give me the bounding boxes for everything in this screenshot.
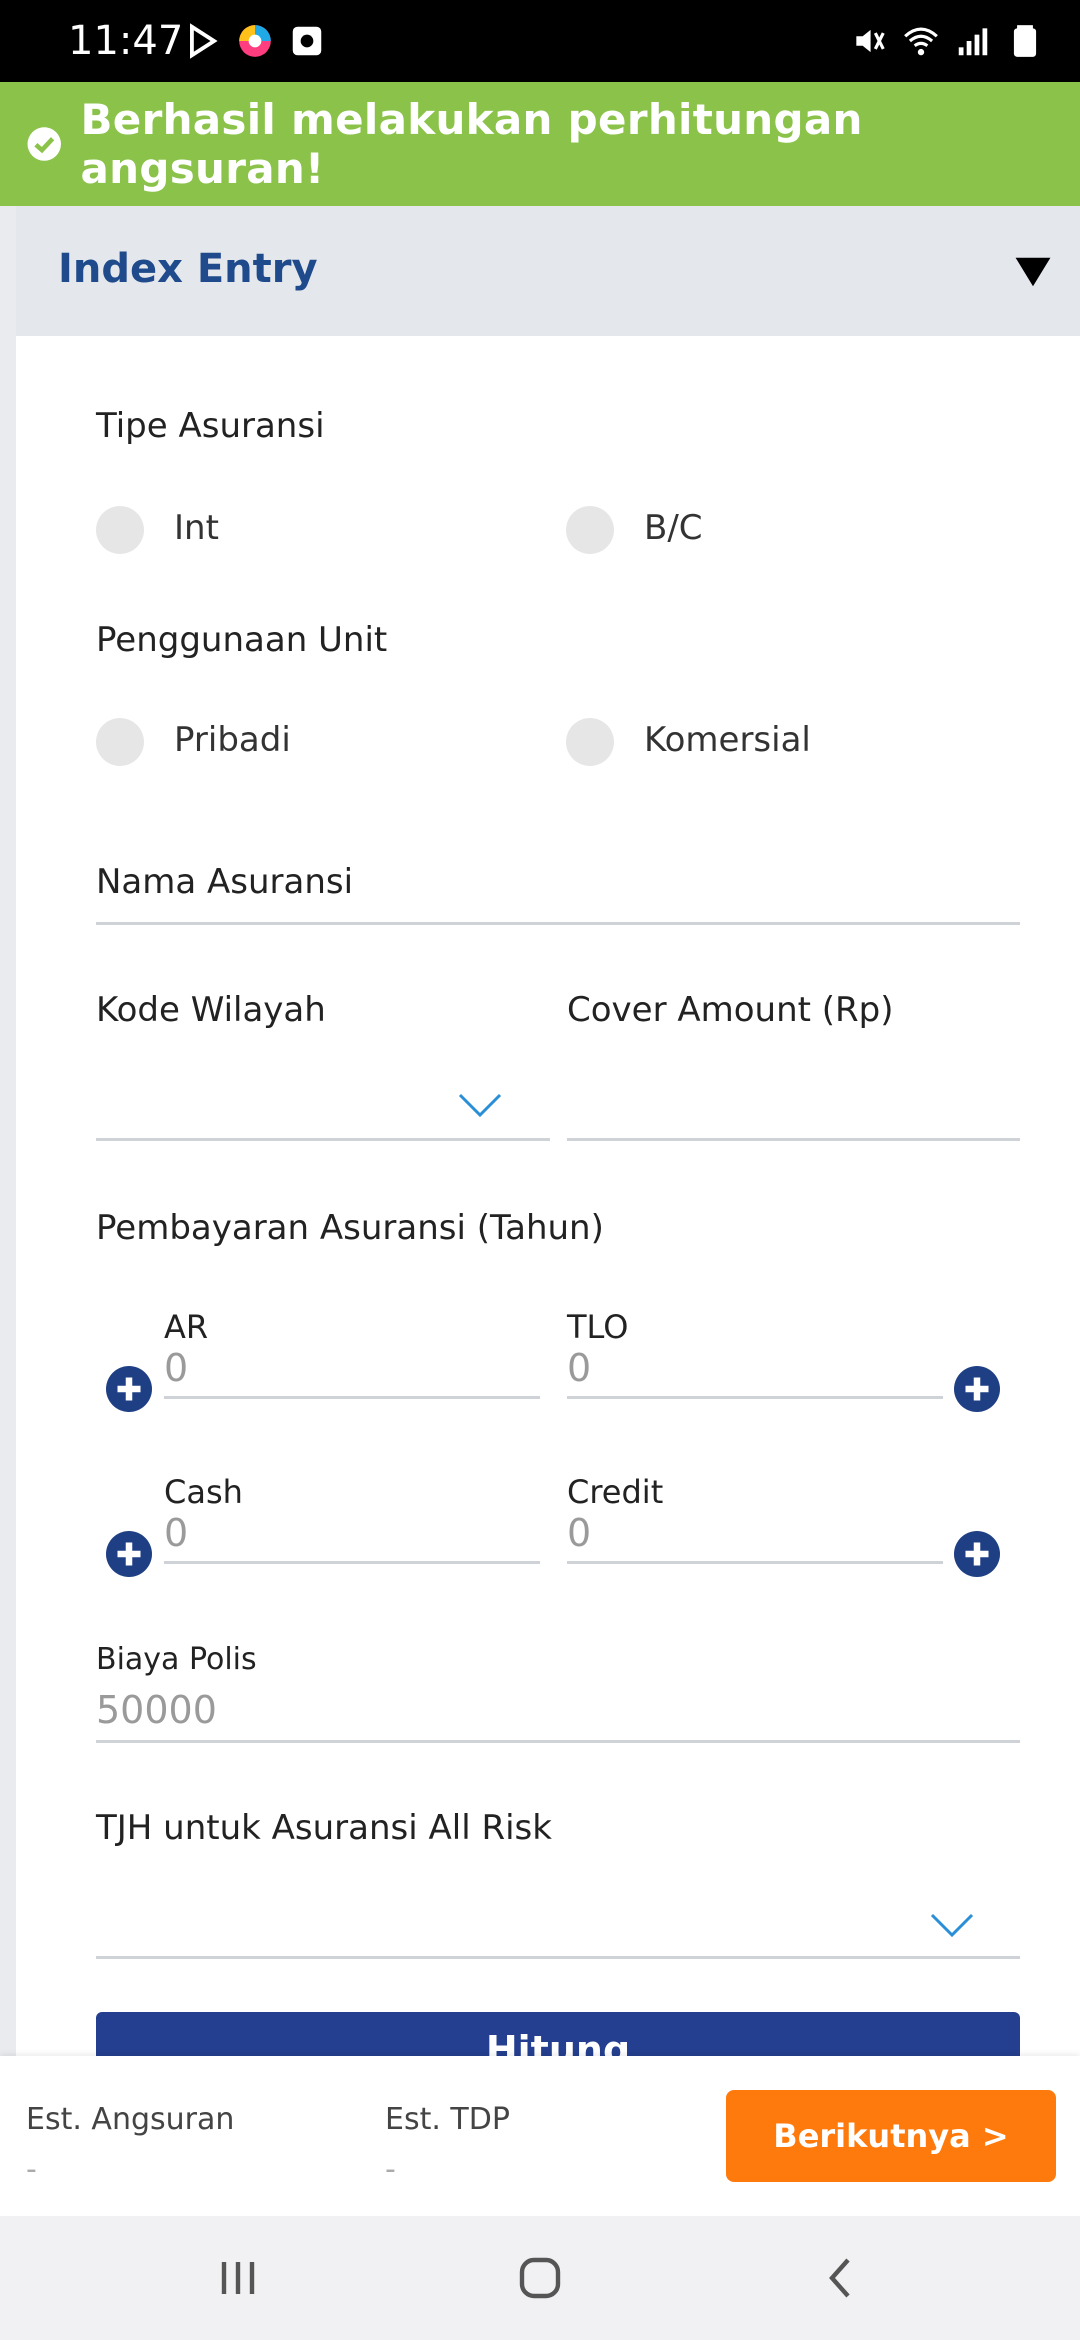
radio-pribadi-label: Pribadi bbox=[174, 720, 291, 760]
summary-bar: Est. Angsuran - Est. TDP - Berikutnya > bbox=[0, 2056, 1080, 2216]
recent-apps-icon[interactable] bbox=[214, 2254, 262, 2302]
cash-label: Cash bbox=[164, 1473, 243, 1511]
ar-label: AR bbox=[164, 1308, 209, 1346]
kode-wilayah-label: Kode Wilayah bbox=[96, 990, 326, 1030]
tlo-value[interactable]: 0 bbox=[567, 1346, 591, 1390]
screen-record-icon bbox=[292, 26, 322, 56]
biaya-polis-field[interactable] bbox=[96, 1740, 1020, 1743]
ar-value[interactable]: 0 bbox=[164, 1346, 188, 1390]
tlo-field[interactable] bbox=[567, 1396, 943, 1399]
cover-amount-label: Cover Amount (Rp) bbox=[567, 990, 894, 1030]
credit-field[interactable] bbox=[567, 1561, 943, 1564]
biaya-polis-value[interactable]: 50000 bbox=[96, 1688, 217, 1732]
cash-field[interactable] bbox=[164, 1561, 540, 1564]
form-panel: Tipe Asuransi Int B/C Penggunaan Unit Pr… bbox=[16, 336, 1080, 2092]
toast-message: Berhasil melakukan perhitungan angsuran! bbox=[80, 95, 863, 193]
tjh-dropdown[interactable] bbox=[96, 1956, 1020, 1959]
radio-komersial[interactable] bbox=[566, 718, 614, 766]
next-button[interactable]: Berikutnya > bbox=[726, 2090, 1056, 2182]
kode-wilayah-dropdown[interactable] bbox=[96, 1138, 550, 1141]
mute-icon bbox=[856, 29, 885, 53]
est-angsuran-label: Est. Angsuran bbox=[26, 2102, 235, 2137]
est-angsuran-value: - bbox=[26, 2152, 37, 2187]
chevron-down-icon[interactable] bbox=[930, 1912, 974, 1938]
caret-down-icon[interactable] bbox=[1014, 256, 1052, 288]
pembayaran-label: Pembayaran Asuransi (Tahun) bbox=[96, 1208, 604, 1248]
notification-icons bbox=[184, 22, 326, 60]
section-title: Index Entry bbox=[58, 246, 318, 292]
ar-field[interactable] bbox=[164, 1396, 540, 1399]
back-icon[interactable] bbox=[818, 2254, 866, 2302]
est-tdp-label: Est. TDP bbox=[385, 2102, 510, 2137]
home-icon[interactable] bbox=[516, 2254, 564, 2302]
radio-int[interactable] bbox=[96, 506, 144, 554]
ar-plus-icon[interactable] bbox=[106, 1366, 152, 1412]
tipe-asuransi-label: Tipe Asuransi bbox=[96, 406, 325, 446]
radio-bc-label: B/C bbox=[644, 508, 703, 548]
nama-asuransi-label: Nama Asuransi bbox=[96, 862, 354, 902]
success-toast: Berhasil melakukan perhitungan angsuran! bbox=[0, 82, 1080, 206]
battery-icon bbox=[1013, 25, 1037, 57]
app-icon bbox=[239, 25, 271, 57]
side-strip bbox=[0, 206, 16, 2056]
cover-amount-field[interactable] bbox=[567, 1138, 1020, 1141]
credit-value[interactable]: 0 bbox=[567, 1511, 591, 1555]
nama-asuransi-field[interactable] bbox=[96, 922, 1020, 925]
radio-komersial-label: Komersial bbox=[644, 720, 811, 760]
credit-plus-icon[interactable] bbox=[954, 1531, 1000, 1577]
next-button-label: Berikutnya > bbox=[773, 2117, 1009, 2155]
check-circle-icon bbox=[27, 127, 61, 161]
biaya-polis-label: Biaya Polis bbox=[96, 1642, 257, 1677]
play-store-icon bbox=[190, 23, 218, 59]
chevron-down-icon[interactable] bbox=[458, 1092, 502, 1118]
index-entry-header[interactable]: Index Entry bbox=[16, 206, 1080, 336]
signal-icon bbox=[958, 28, 988, 56]
system-icons bbox=[850, 22, 1044, 60]
est-tdp-value: - bbox=[385, 2152, 396, 2187]
cash-plus-icon[interactable] bbox=[106, 1531, 152, 1577]
status-bar: 11:47 bbox=[0, 0, 1080, 82]
penggunaan-unit-label: Penggunaan Unit bbox=[96, 620, 388, 660]
radio-bc[interactable] bbox=[566, 506, 614, 554]
radio-pribadi[interactable] bbox=[96, 718, 144, 766]
tjh-label: TJH untuk Asuransi All Risk bbox=[96, 1808, 552, 1848]
cash-value[interactable]: 0 bbox=[164, 1511, 188, 1555]
tlo-plus-icon[interactable] bbox=[954, 1366, 1000, 1412]
system-nav-bar bbox=[0, 2216, 1080, 2340]
radio-int-label: Int bbox=[174, 508, 219, 548]
wifi-icon bbox=[904, 27, 938, 56]
tlo-label: TLO bbox=[567, 1308, 629, 1346]
status-time: 11:47 bbox=[68, 18, 184, 64]
credit-label: Credit bbox=[567, 1473, 664, 1511]
